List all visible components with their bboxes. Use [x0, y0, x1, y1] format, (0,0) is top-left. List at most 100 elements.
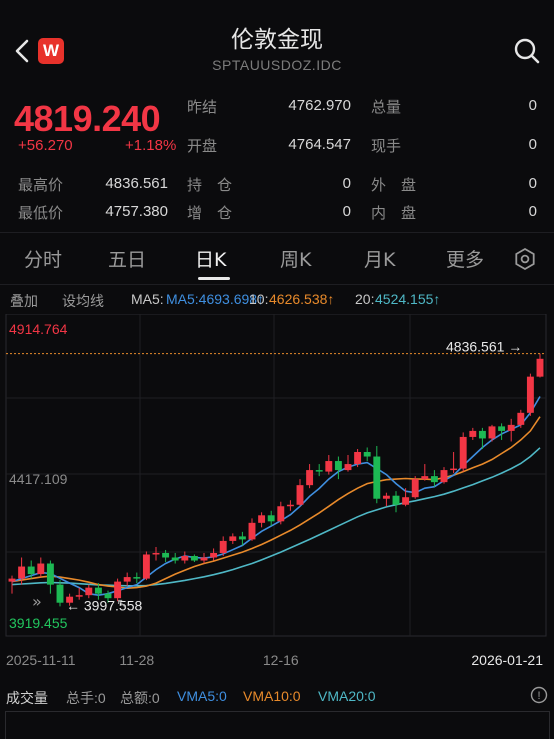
candle-body	[536, 358, 544, 377]
candle-body	[334, 461, 342, 471]
symbol-code: SPTAUUSDOZ.IDC	[212, 57, 342, 73]
candle-body	[382, 495, 390, 499]
high-label: 最高价	[18, 176, 64, 194]
candle-body	[325, 461, 333, 472]
candle-body	[229, 536, 237, 541]
candle-body	[373, 456, 381, 499]
candle-body	[411, 479, 419, 498]
inner-value: 0	[528, 203, 537, 220]
last-price: 4819.240	[14, 98, 161, 139]
candle-body	[152, 552, 160, 555]
search-icon[interactable]	[512, 36, 542, 66]
candle-body	[8, 578, 16, 582]
volume-header: 成交量 总手:0 总额:0 VMA5:0 VMA10:0 VMA20:0 !	[0, 685, 554, 711]
price-change: +56.270	[18, 137, 73, 154]
candle-body	[258, 515, 266, 523]
candle-body	[421, 476, 429, 480]
volume-label: 总量	[371, 98, 402, 116]
candle-body	[478, 430, 486, 439]
candle-body	[517, 412, 525, 425]
tab-monthly-k[interactable]: 月K	[364, 245, 395, 272]
candle-body	[507, 424, 515, 431]
low-value: 4757.380	[105, 203, 168, 220]
vma10-value: VMA10:0	[243, 688, 301, 704]
candle-body	[181, 555, 189, 561]
x-axis-label: 12-16	[263, 652, 299, 668]
tab-daily-k[interactable]: 日K	[195, 245, 226, 272]
tab-weekly-k[interactable]: 周K	[280, 245, 311, 272]
scroll-left-icon: »	[32, 592, 42, 611]
volume-info-icon[interactable]: !	[530, 686, 548, 707]
y-axis-label: 4914.764	[9, 321, 68, 337]
candle-body	[498, 426, 506, 431]
candle-body	[94, 587, 102, 594]
nav-bar: W 伦敦金现 SPTAUUSDOZ.IDC	[0, 0, 554, 84]
increase-label: 增 仓	[187, 204, 233, 222]
candle-body	[210, 552, 218, 558]
candle-body	[306, 470, 314, 486]
candle-body	[469, 430, 477, 437]
active-tab-indicator	[198, 277, 230, 280]
candle-body	[18, 566, 26, 579]
price-change-pct: +1.18%	[125, 137, 177, 154]
candle-body	[354, 452, 362, 465]
svg-text:!: !	[537, 690, 540, 702]
candle-body	[200, 557, 208, 561]
ma20-label: 20:	[355, 291, 375, 307]
current-hand-label: 现手	[371, 137, 402, 155]
high-value: 4836.561	[105, 175, 168, 192]
candle-body	[46, 563, 54, 585]
candle-body	[37, 563, 45, 575]
volume-chart[interactable]	[5, 711, 550, 739]
overlay-button[interactable]: 叠加	[10, 291, 38, 311]
candle-body	[123, 577, 131, 582]
candle-body	[315, 470, 323, 472]
current-hand-value: 0	[528, 136, 537, 153]
candle-body	[238, 536, 246, 540]
candle-body	[75, 595, 83, 597]
candle-body	[430, 476, 438, 483]
ma5-line	[11, 396, 541, 597]
outer-label: 外 盘	[371, 176, 417, 194]
candle-body	[248, 522, 256, 540]
expand-icon: ↖	[116, 596, 128, 612]
inner-label: 内 盘	[371, 204, 417, 222]
position-value: 0	[342, 175, 351, 192]
candle-body	[56, 584, 64, 603]
chart-settings-icon[interactable]	[512, 246, 538, 272]
x-axis-label: 2025-11-11	[6, 652, 76, 668]
candle-body	[133, 577, 141, 579]
kline-chart[interactable]: 4914.764 4417.109 3919.455 4836.561 → ← 3997…	[0, 313, 554, 686]
tab-intraday[interactable]: 分时	[24, 245, 62, 272]
tab-five-day[interactable]: 五日	[108, 245, 146, 272]
candle-body	[277, 506, 285, 522]
candle-body	[363, 452, 371, 457]
set-ma-button[interactable]: 设均线	[62, 291, 104, 311]
ma5-label: MA5:	[131, 291, 164, 307]
candle-body	[392, 495, 400, 505]
total-amount: 总额:0	[120, 690, 160, 706]
candle-body	[267, 515, 275, 522]
period-tabs: 分时 五日 日K 周K 月K 更多	[0, 233, 554, 285]
vma5-value: VMA5:0	[177, 688, 227, 704]
candle-body	[459, 436, 467, 469]
candle-body	[27, 566, 35, 575]
page-title: 伦敦金现	[231, 27, 323, 53]
indicator-row: 叠加 设均线 MA5: MA5:4693.698↑ 10: 4626.538↑ …	[0, 286, 554, 314]
vma20-value: VMA20:0	[318, 688, 376, 704]
ma20-value: 4524.155↑	[375, 291, 441, 307]
volume-title: 成交量	[6, 690, 48, 706]
position-label: 持 仓	[187, 176, 233, 194]
volume-value: 0	[528, 97, 537, 114]
tab-more[interactable]: 更多	[446, 245, 484, 272]
increase-value: 0	[342, 203, 351, 220]
total-hand: 总手:0	[66, 690, 106, 706]
candle-body	[526, 376, 534, 413]
candle-body	[142, 554, 150, 579]
candle-body	[190, 555, 198, 561]
low-label: 最低价	[18, 204, 64, 222]
open-label: 开盘	[187, 137, 218, 155]
open-value: 4764.547	[288, 136, 351, 153]
prev-close-label: 昨结	[187, 98, 218, 116]
candle-body	[85, 587, 93, 596]
